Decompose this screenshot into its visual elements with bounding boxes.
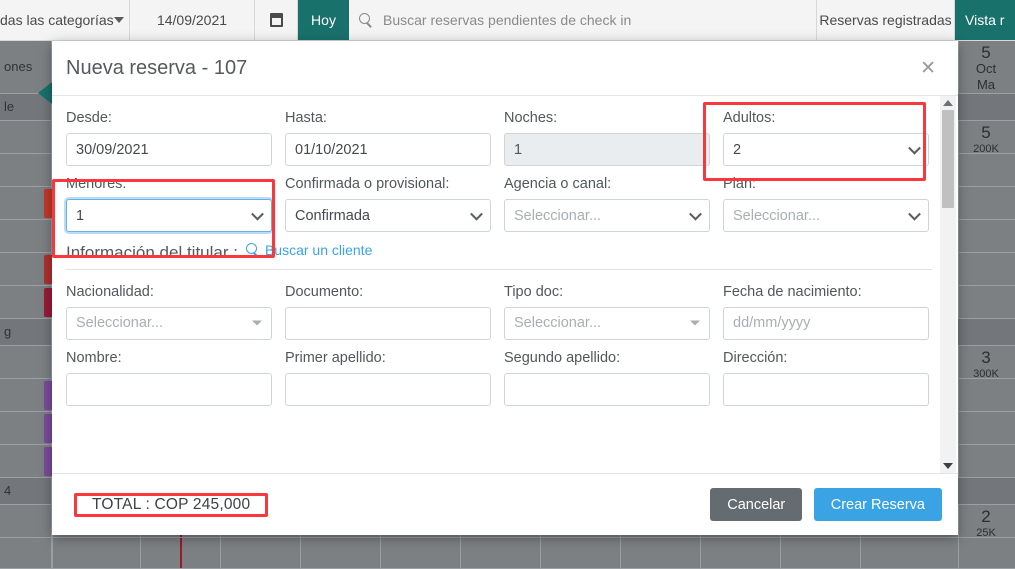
field-confirmada-label: Confirmada o provisional: [285,176,450,192]
search-icon [245,242,261,258]
field-nacionalidad-label: Nacionalidad: [66,283,154,300]
hasta-value: 01/10/2021 [295,141,368,158]
field-fecha-nacimiento: Fecha de nacimiento: dd/mm/yyyy [723,284,929,340]
menores-select[interactable]: 1 [66,199,272,232]
adultos-select[interactable]: 2 [723,133,929,166]
field-plan: Plan: Seleccionar... [723,176,929,232]
modal-header: Nueva reserva - 107 ✕ [52,41,958,96]
field-hasta: Hasta: 01/10/2021 [285,110,491,166]
search-client-link[interactable]: Buscar un cliente [245,242,373,258]
field-nombre-label: Nombre: [66,349,122,366]
desde-input[interactable]: 30/09/2021 [66,133,272,166]
field-tipo-doc: Tipo doc: Seleccionar... [504,284,710,340]
nombre-input[interactable] [66,372,272,406]
nacionalidad-select[interactable]: Seleccionar... [66,306,272,340]
create-reservation-button[interactable]: Crear Reserva [813,488,942,521]
field-noches-label: Noches: [504,110,558,126]
chevron-down-icon [689,207,702,221]
field-desde: Desde: 30/09/2021 [66,110,272,166]
field-agencia: Agencia o canal: Seleccionar... [504,176,710,232]
field-primer-apellido: Primer apellido: [285,350,491,406]
direccion-input[interactable] [723,372,929,406]
scroll-down-icon[interactable] [943,463,953,469]
field-noches: Noches: 1 [504,110,710,166]
hasta-input[interactable]: 01/10/2021 [285,133,491,166]
field-agencia-label: Agencia o canal: [504,176,612,192]
modal-footer: TOTAL : COP 245,000 Cancelar Crear Reser… [52,473,958,535]
agencia-value: Seleccionar... [514,207,602,224]
cancel-button[interactable]: Cancelar [710,488,803,521]
field-nombre: Nombre: [66,350,272,406]
field-plan-label: Plan: [723,176,757,192]
scrollbar-thumb[interactable] [942,110,954,208]
form-row-dates: Desde: 30/09/2021 Hasta: 01/10/2021 Noch… [66,110,932,166]
modal-title: Nueva reserva - 107 [66,56,248,79]
modal-action-buttons: Cancelar Crear Reserva [710,488,942,521]
tipo-doc-select[interactable]: Seleccionar... [504,306,710,340]
field-segundo-apellido: Segundo apellido: [504,350,710,406]
confirmada-value: Confirmada [295,207,370,224]
confirmada-select[interactable]: Confirmada [285,199,491,232]
total-amount-label: TOTAL : COP 245,000 [92,495,251,513]
chevron-down-icon [908,141,921,155]
plan-value: Seleccionar... [733,207,821,224]
field-documento: Documento: [285,284,491,340]
chevron-down-icon [690,320,700,326]
modal-scrollbar[interactable] [940,96,956,473]
new-reservation-modal: Nueva reserva - 107 ✕ Desde: 30/09/2021 … [52,41,958,535]
field-menores-label: Menores: [66,176,127,192]
field-tipo-doc-label: Tipo doc: [504,283,564,300]
holder-info-section-header: Información del titular : Buscar un clie… [66,242,932,270]
desde-value: 30/09/2021 [76,141,149,158]
tipo-doc-value: Seleccionar... [514,315,602,331]
fecha-nacimiento-input[interactable]: dd/mm/yyyy [723,306,929,340]
form-row-name: Nombre: Primer apellido: Segundo apellid… [66,350,932,406]
close-icon[interactable]: ✕ [912,57,944,80]
field-fecha-nacimiento-label: Fecha de nacimiento: [723,283,862,300]
field-adultos-label: Adultos: [723,110,776,126]
field-hasta-label: Hasta: [285,110,327,126]
field-primer-apellido-label: Primer apellido: [285,349,386,366]
noches-value: 1 [514,141,523,158]
plan-select[interactable]: Seleccionar... [723,199,929,232]
field-menores: Menores: 1 [66,176,272,232]
segundo-apellido-input[interactable] [504,372,710,406]
field-segundo-apellido-label: Segundo apellido: [504,349,621,366]
menores-value: 1 [76,207,85,224]
chevron-down-icon [251,207,264,221]
noches-input: 1 [504,133,710,166]
form-row-details: Menores: 1 Confirmada o provisional: Con… [66,176,932,232]
field-confirmada: Confirmada o provisional: Confirmada [285,176,491,232]
adultos-value: 2 [733,141,742,158]
holder-info-title: Información del titular : [66,242,238,262]
fecha-nacimiento-placeholder: dd/mm/yyyy [733,315,811,331]
agencia-select[interactable]: Seleccionar... [504,199,710,232]
field-desde-label: Desde: [66,110,112,126]
total-amount: TOTAL : COP 245,000 [74,492,269,517]
search-client-label: Buscar un cliente [264,242,373,258]
chevron-down-icon [470,207,483,221]
nacionalidad-value: Seleccionar... [76,315,164,331]
chevron-down-icon [252,320,262,326]
field-direccion: Dirección: [723,350,929,406]
chevron-down-icon [908,207,921,221]
modal-body: Desde: 30/09/2021 Hasta: 01/10/2021 Noch… [52,96,958,473]
documento-input[interactable] [285,306,491,340]
field-adultos: Adultos: 2 [723,110,929,166]
form-row-document: Nacionalidad: Seleccionar... Documento: … [66,284,932,340]
field-direccion-label: Dirección: [723,349,788,366]
field-nacionalidad: Nacionalidad: Seleccionar... [66,284,272,340]
primer-apellido-input[interactable] [285,372,491,406]
field-documento-label: Documento: [285,283,364,300]
scroll-up-icon[interactable] [943,100,953,106]
